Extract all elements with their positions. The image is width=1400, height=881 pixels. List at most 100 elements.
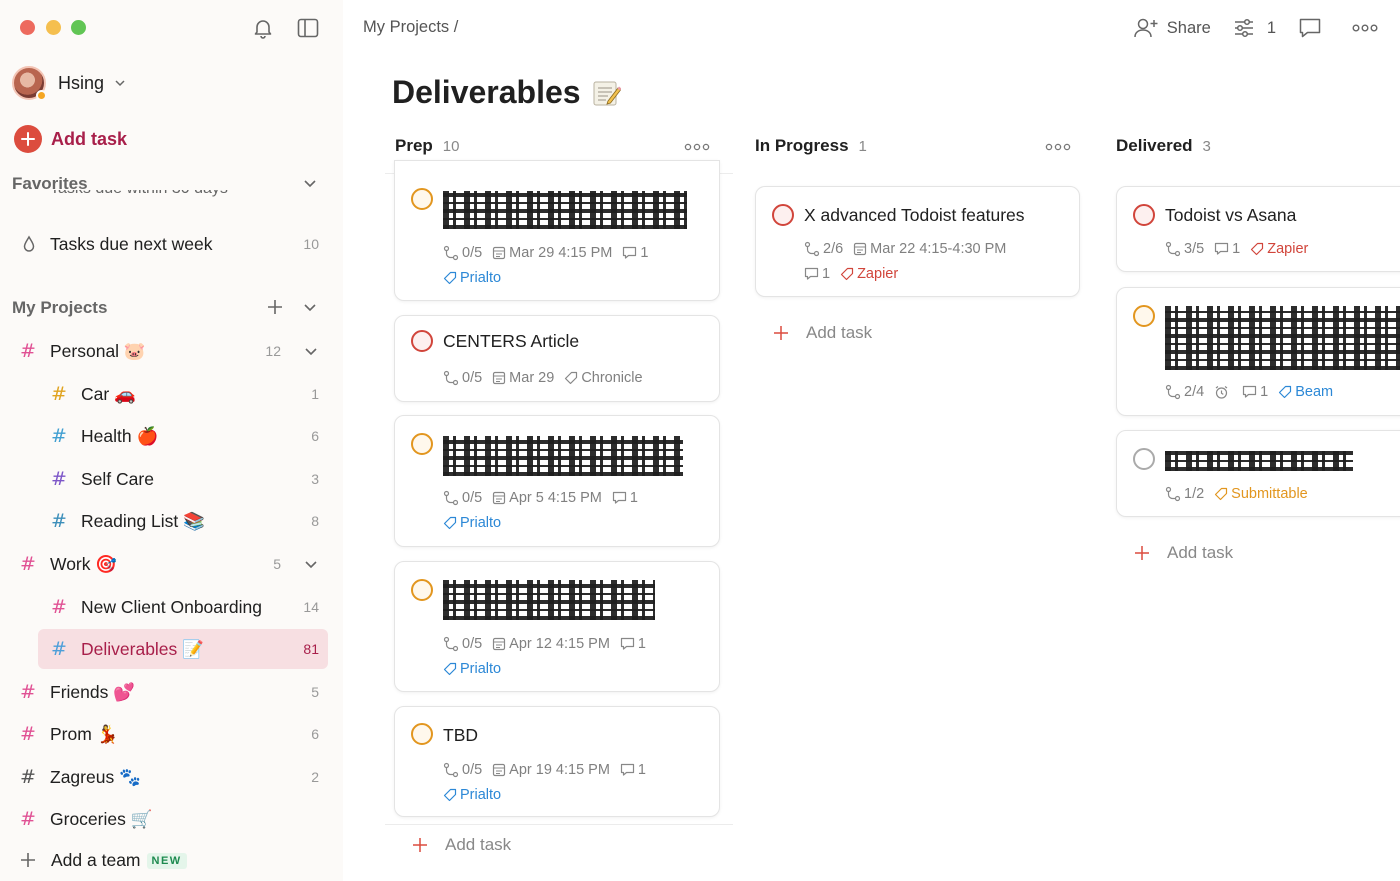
- project-label: Zagreus 🐾: [50, 766, 141, 787]
- maximize-window-button[interactable]: [71, 20, 86, 35]
- drop-filter-icon: [23, 235, 35, 252]
- task-title: CENTERS Article: [443, 331, 580, 351]
- label-tag[interactable]: Prialto: [443, 661, 501, 677]
- comment-count: 1: [622, 245, 648, 261]
- task-meta: 2/4 1 Beam: [1165, 384, 1333, 400]
- sidebar-item-project[interactable]: # Car 🚗 1: [0, 374, 343, 414]
- project-hash-icon: #: [51, 383, 67, 405]
- breadcrumb[interactable]: My Projects /: [363, 18, 458, 37]
- task-checkbox[interactable]: [411, 433, 433, 455]
- sidebar-item-project[interactable]: # Groceries 🛒: [0, 799, 343, 839]
- calendar-icon: [493, 637, 506, 651]
- task-meta: 0/5 Apr 19 4:15 PM 1: [443, 762, 656, 778]
- task-card[interactable]: 0/5 Apr 5 4:15 PM 1 Prialto: [394, 415, 720, 547]
- sidebar-item-project[interactable]: # Prom 💃 6: [0, 714, 343, 754]
- project-count: 6: [311, 726, 319, 742]
- comment-icon: [804, 267, 819, 280]
- add-task-button[interactable]: Add task: [14, 125, 127, 153]
- minimize-window-button[interactable]: [46, 20, 61, 35]
- add-project-icon[interactable]: [266, 298, 284, 316]
- sidebar-toggle-icon[interactable]: [296, 16, 320, 40]
- subtask-icon: [1165, 384, 1181, 400]
- task-card[interactable]: TBD 0/5 Apr 19 4:15 PM 1 Prialto: [394, 706, 720, 817]
- view-options-button[interactable]: 1: [1233, 18, 1276, 38]
- sidebar-item-project[interactable]: # New Client Onboarding 14: [0, 587, 343, 627]
- task-checkbox[interactable]: [411, 188, 433, 210]
- column-more-icon[interactable]: [684, 140, 710, 154]
- task-card[interactable]: CENTERS Article 0/5 Mar 29 Chronicle: [394, 315, 720, 402]
- comment-count: 1: [1242, 384, 1268, 400]
- label-tag[interactable]: Zapier: [840, 266, 898, 282]
- sidebar-item-project[interactable]: # Work 🎯 5: [0, 544, 343, 584]
- label-tag[interactable]: Prialto: [443, 515, 501, 531]
- project-hash-icon: #: [20, 808, 36, 830]
- tag-icon: [1279, 385, 1292, 399]
- task-card[interactable]: X advanced Todoist features 2/6 Mar 22 4…: [755, 186, 1080, 297]
- task-checkbox[interactable]: [1133, 204, 1155, 226]
- task-card[interactable]: 0/5 Mar 29 4:15 PM 1 Prialto: [394, 160, 720, 301]
- task-checkbox[interactable]: [772, 204, 794, 226]
- chevron-down-icon[interactable]: [303, 556, 319, 572]
- project-label: Friends 💕: [50, 681, 136, 702]
- my-projects-heading[interactable]: My Projects: [12, 298, 107, 318]
- tag-icon: [565, 371, 578, 385]
- project-label: Groceries 🛒: [50, 808, 153, 829]
- task-card[interactable]: 0/5 Apr 12 4:15 PM 1 Prialto: [394, 561, 720, 692]
- page-title: Deliverables: [392, 74, 621, 111]
- user-menu[interactable]: Hsing: [12, 66, 126, 101]
- sidebar-item-project[interactable]: # Deliverables 📝 81: [38, 629, 328, 669]
- label-tag[interactable]: Submittable: [1214, 486, 1308, 502]
- task-checkbox[interactable]: [1133, 448, 1155, 470]
- column-more-icon[interactable]: [1045, 140, 1071, 154]
- favorite-item-clipped[interactable]: Tasks due within 30 days: [50, 190, 228, 210]
- favorite-item-tasks-due-next-week[interactable]: Tasks due next week 10: [0, 224, 343, 264]
- sidebar-item-project[interactable]: # Self Care 3: [0, 459, 343, 499]
- label-tag[interactable]: Beam: [1278, 384, 1333, 400]
- task-card[interactable]: Todoist vs Asana 3/5 1 Zapier: [1116, 186, 1400, 272]
- comment-icon: [1243, 385, 1257, 398]
- add-task-label: Add task: [1167, 543, 1234, 562]
- more-button[interactable]: [1352, 23, 1386, 33]
- label-tag[interactable]: Prialto: [443, 787, 501, 803]
- bell-icon[interactable]: [251, 16, 275, 40]
- project-count: 81: [303, 641, 319, 657]
- project-count: 2: [311, 769, 319, 785]
- sidebar-item-project[interactable]: # Reading List 📚 8: [0, 501, 343, 541]
- add-team-button[interactable]: Add a team NEW: [0, 840, 343, 880]
- add-task-delivered[interactable]: Add task: [1134, 543, 1233, 563]
- subtask-icon: [443, 490, 459, 506]
- close-window-button[interactable]: [20, 20, 35, 35]
- task-card[interactable]: 2/4 1 Beam: [1116, 287, 1400, 416]
- label-tag[interactable]: Prialto: [443, 270, 501, 286]
- label-tag[interactable]: Zapier: [1250, 241, 1308, 257]
- project-label: Car 🚗: [81, 383, 136, 404]
- projects-collapse-icon[interactable]: [302, 299, 318, 315]
- sidebar-item-project[interactable]: # Health 🍎 6: [0, 416, 343, 456]
- due-date: Apr 19 4:15 PM: [492, 762, 610, 778]
- task-card[interactable]: 1/2 Submittable: [1116, 430, 1400, 517]
- chevron-down-icon[interactable]: [303, 343, 319, 359]
- redacted-title: [443, 436, 683, 476]
- subtask-count: 1/2: [1165, 486, 1204, 502]
- share-button[interactable]: Share: [1133, 17, 1211, 39]
- task-checkbox[interactable]: [1133, 305, 1155, 327]
- redacted-title: [1165, 451, 1353, 471]
- memo-icon: [593, 81, 621, 105]
- sidebar-item-project[interactable]: # Personal 🐷 12: [0, 331, 343, 371]
- task-checkbox[interactable]: [411, 330, 433, 352]
- comments-button[interactable]: [1298, 17, 1330, 39]
- add-task-in-progress[interactable]: Add task: [773, 323, 872, 343]
- sidebar-item-project[interactable]: # Zagreus 🐾 2: [0, 757, 343, 797]
- project-count: 5: [311, 684, 319, 700]
- project-label: Reading List 📚: [81, 510, 205, 531]
- label-tag[interactable]: Chronicle: [564, 370, 643, 386]
- task-checkbox[interactable]: [411, 579, 433, 601]
- project-hash-icon: #: [20, 553, 36, 575]
- task-checkbox[interactable]: [411, 723, 433, 745]
- plus-circle-icon: [14, 125, 42, 153]
- add-task-prep[interactable]: Add task: [412, 835, 511, 855]
- task-meta: 0/5 Mar 29 4:15 PM 1: [443, 245, 658, 261]
- favorites-collapse-icon[interactable]: [302, 175, 318, 191]
- sidebar-item-project[interactable]: # Friends 💕 5: [0, 672, 343, 712]
- project-label: Health 🍎: [81, 425, 159, 446]
